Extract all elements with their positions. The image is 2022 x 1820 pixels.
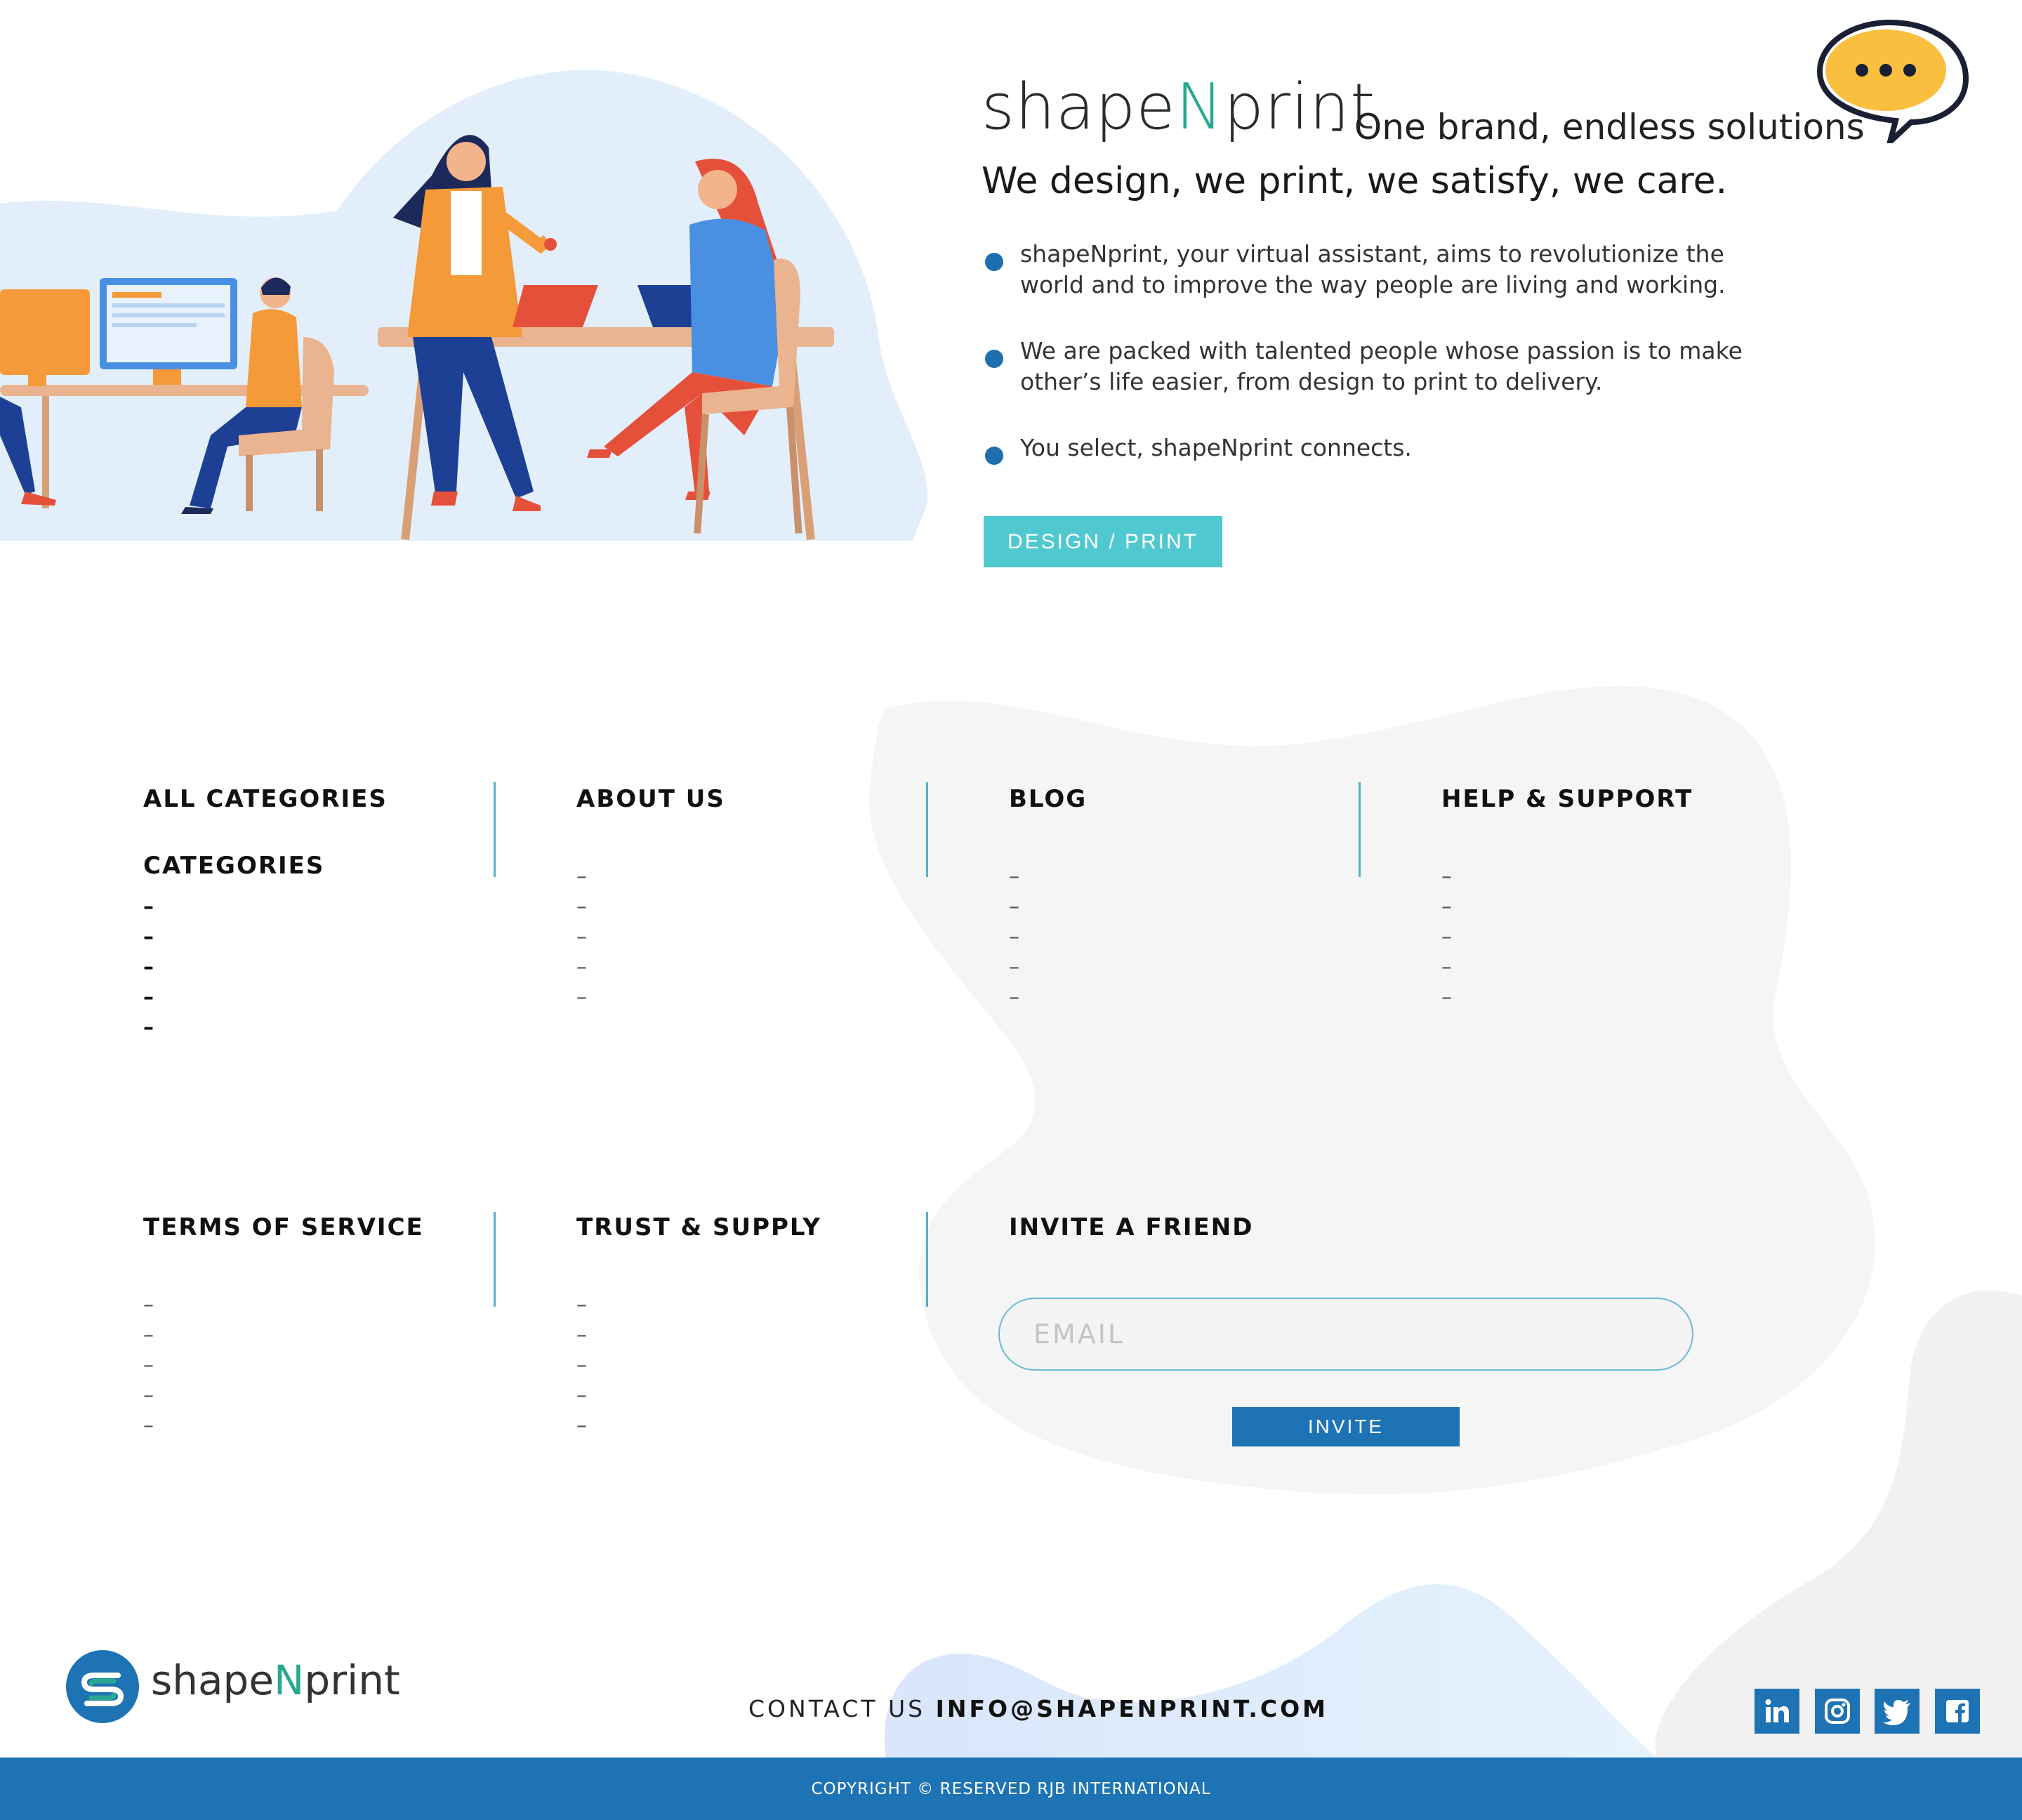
list-item[interactable]: – bbox=[1441, 862, 1452, 892]
list-item[interactable]: – bbox=[143, 952, 154, 982]
all-categories-title[interactable]: ALL CATEGORIES bbox=[143, 785, 388, 813]
brand-name-prefix: shape bbox=[982, 70, 1176, 144]
list-item[interactable]: – bbox=[576, 892, 587, 922]
contact-label: CONTACT US bbox=[748, 1695, 926, 1722]
footer-logo-wordmark[interactable]: shapeNprint bbox=[151, 1660, 400, 1701]
logo-name-accent: N bbox=[274, 1656, 305, 1704]
bullet-dot-icon bbox=[985, 253, 1003, 271]
list-item[interactable]: – bbox=[1009, 952, 1019, 982]
invite-friend-title: INVITE A FRIEND bbox=[1009, 1213, 1254, 1241]
list-item[interactable]: – bbox=[1009, 982, 1019, 1013]
column-divider bbox=[926, 782, 928, 877]
list-item[interactable]: – bbox=[1441, 982, 1452, 1013]
copyright-bar: COPYRIGHT © RESERVED RJB INTERNATIONAL bbox=[0, 1758, 2022, 1820]
list-item[interactable]: – bbox=[576, 922, 587, 952]
list-item[interactable]: – bbox=[143, 1350, 154, 1380]
list-item[interactable]: – bbox=[143, 1320, 154, 1350]
hero-bullet-list: shapeNprint, your virtual assistant, aim… bbox=[985, 239, 1778, 465]
hero-bullet-text: shapeNprint, your virtual assistant, aim… bbox=[1020, 240, 1726, 298]
trust-supply-title[interactable]: TRUST & SUPPLY bbox=[576, 1213, 821, 1241]
hero-bullet: shapeNprint, your virtual assistant, aim… bbox=[985, 239, 1778, 301]
list-item[interactable]: – bbox=[1441, 952, 1452, 982]
column-divider bbox=[494, 782, 496, 877]
email-field[interactable] bbox=[998, 1298, 1693, 1371]
instagram-icon[interactable] bbox=[1815, 1689, 1860, 1734]
bullet-dot-icon bbox=[985, 350, 1003, 368]
facebook-icon[interactable] bbox=[1935, 1689, 1980, 1734]
list-item[interactable]: – bbox=[576, 1411, 587, 1441]
brand-name-accent: N bbox=[1175, 70, 1224, 144]
hero-bullet: You select, shapeNprint connects. bbox=[985, 433, 1778, 465]
monitor-orange bbox=[0, 289, 90, 375]
list-item[interactable]: – bbox=[576, 1290, 587, 1320]
list-item[interactable]: – bbox=[143, 1380, 154, 1411]
logo-name-prefix: shape bbox=[151, 1656, 275, 1704]
about-us-list: – – – – – bbox=[576, 862, 587, 1013]
list-item[interactable]: – bbox=[576, 952, 587, 982]
laptop-red bbox=[513, 285, 598, 327]
column-divider bbox=[494, 1212, 496, 1307]
column-divider bbox=[1359, 782, 1361, 877]
list-item[interactable]: – bbox=[1009, 922, 1019, 952]
blog-list: – – – – – bbox=[1009, 862, 1019, 1013]
hero-subtitle: We design, we print, we satisfy, we care… bbox=[982, 160, 1728, 202]
office-illustration bbox=[0, 135, 834, 541]
list-item[interactable]: – bbox=[1441, 922, 1452, 952]
help-support-list: – – – – – bbox=[1441, 862, 1452, 1013]
hero-bullet-text: We are packed with talented people whose… bbox=[1020, 337, 1743, 395]
twitter-icon[interactable] bbox=[1875, 1689, 1919, 1734]
list-item[interactable]: – bbox=[576, 1380, 587, 1411]
help-support-title[interactable]: HELP & SUPPORT bbox=[1441, 785, 1693, 813]
list-item[interactable]: – bbox=[576, 982, 587, 1013]
contact-email-link[interactable]: INFO@SHAPENPRINT.COM bbox=[936, 1695, 1328, 1722]
list-item[interactable]: – bbox=[576, 862, 587, 892]
invite-button[interactable]: INVITE bbox=[1232, 1407, 1460, 1446]
brand-tagline: - One brand, endless solutions bbox=[1330, 107, 1865, 147]
list-item[interactable]: – bbox=[576, 1350, 587, 1380]
list-item[interactable]: – bbox=[143, 982, 154, 1013]
bullet-dot-icon bbox=[985, 447, 1003, 465]
list-item[interactable]: – bbox=[1441, 892, 1452, 922]
list-item[interactable]: – bbox=[143, 1013, 154, 1043]
column-divider bbox=[926, 1212, 928, 1307]
logo-icon bbox=[66, 1650, 139, 1723]
list-item[interactable]: – bbox=[1009, 892, 1019, 922]
contact-line: CONTACT US INFO@SHAPENPRINT.COM bbox=[748, 1695, 1328, 1722]
brand-wordmark: shapeNprint bbox=[982, 76, 1375, 139]
list-item[interactable]: – bbox=[143, 1290, 154, 1320]
terms-list: – – – – – bbox=[143, 1290, 154, 1441]
hero-bullet: We are packed with talented people whose… bbox=[985, 336, 1778, 397]
list-item[interactable]: – bbox=[1009, 862, 1019, 892]
linkedin-icon[interactable] bbox=[1755, 1689, 1799, 1734]
bottom-wave bbox=[884, 1584, 1657, 1758]
list-item[interactable]: – bbox=[576, 1320, 587, 1350]
design-print-button[interactable]: DESIGN / PRINT bbox=[984, 516, 1222, 567]
list-item[interactable]: – bbox=[143, 1411, 154, 1441]
trust-supply-list: – – – – – bbox=[576, 1290, 587, 1441]
hero-bullet-text: You select, shapeNprint connects. bbox=[1020, 434, 1412, 461]
logo-name-suffix: print bbox=[304, 1656, 400, 1704]
list-item[interactable]: – bbox=[143, 892, 154, 922]
copyright-text: COPYRIGHT © RESERVED RJB INTERNATIONAL bbox=[811, 1779, 1211, 1798]
blog-title[interactable]: BLOG bbox=[1009, 785, 1087, 813]
about-us-title[interactable]: ABOUT US bbox=[576, 785, 725, 813]
categories-subtitle[interactable]: CATEGORIES bbox=[143, 852, 324, 880]
categories-list: – – – – – bbox=[143, 892, 154, 1043]
terms-title[interactable]: TERMS OF SERVICE bbox=[143, 1213, 424, 1241]
list-item[interactable]: – bbox=[143, 922, 154, 952]
